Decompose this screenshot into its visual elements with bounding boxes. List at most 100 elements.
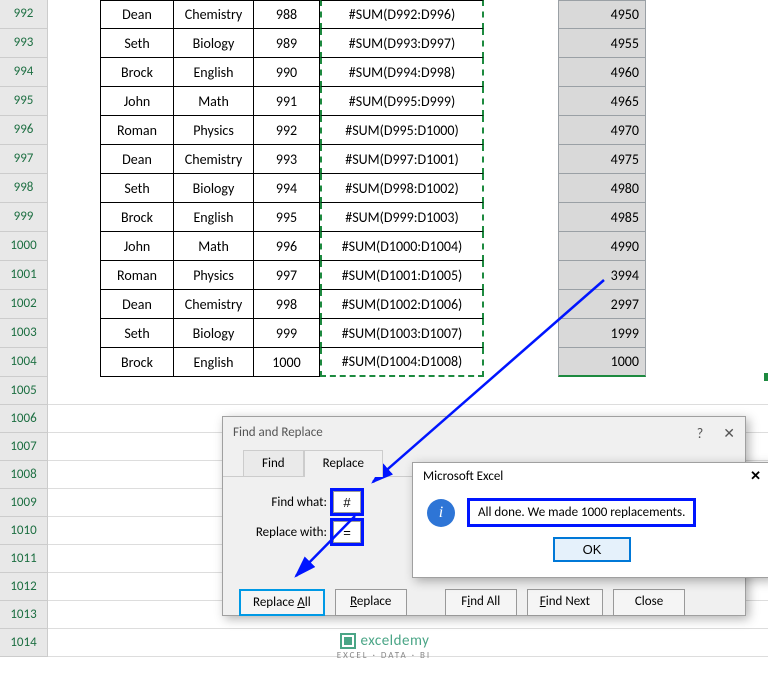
cell[interactable]: Chemistry xyxy=(174,145,254,174)
row-header[interactable]: 999 xyxy=(0,203,48,232)
row-header[interactable]: 1008 xyxy=(0,461,48,489)
row-header[interactable]: 994 xyxy=(0,58,48,87)
cell[interactable]: 992 xyxy=(254,116,320,145)
cell[interactable]: Roman xyxy=(100,116,174,145)
cell[interactable]: #SUM(D1004:D1008) xyxy=(320,348,484,377)
row-header[interactable]: 1012 xyxy=(0,573,48,601)
find-what-input[interactable] xyxy=(333,491,361,513)
cell[interactable]: #SUM(D998:D1002) xyxy=(320,174,484,203)
cell[interactable]: 4965 xyxy=(558,87,646,116)
cell[interactable]: 998 xyxy=(254,290,320,319)
cell[interactable]: 997 xyxy=(254,261,320,290)
cell[interactable]: #SUM(D995:D999) xyxy=(320,87,484,116)
close-icon[interactable]: ✕ xyxy=(723,425,735,442)
tab-find[interactable]: Find xyxy=(243,450,304,477)
cell[interactable]: Dean xyxy=(100,145,174,174)
tab-replace[interactable]: Replace xyxy=(304,450,383,477)
cell[interactable]: 993 xyxy=(254,145,320,174)
close-icon[interactable]: ✕ xyxy=(750,469,761,484)
cell[interactable]: #SUM(D1001:D1005) xyxy=(320,261,484,290)
cell[interactable]: Brock xyxy=(100,348,174,377)
cell[interactable]: 4950 xyxy=(558,0,646,29)
row-header[interactable]: 1009 xyxy=(0,489,48,517)
replace-all-button[interactable]: Replace All xyxy=(239,589,325,616)
cell[interactable]: 999 xyxy=(254,319,320,348)
cell[interactable]: #SUM(D995:D1000) xyxy=(320,116,484,145)
cell[interactable]: #SUM(D1000:D1004) xyxy=(320,232,484,261)
cell[interactable]: 1999 xyxy=(558,319,646,348)
find-next-button[interactable]: Find Next xyxy=(527,589,603,616)
cell[interactable]: Seth xyxy=(100,319,174,348)
cell[interactable]: Brock xyxy=(100,58,174,87)
cell[interactable]: Roman xyxy=(100,261,174,290)
row-header[interactable]: 1007 xyxy=(0,433,48,461)
cell[interactable]: John xyxy=(100,232,174,261)
cell[interactable]: #SUM(D993:D997) xyxy=(320,29,484,58)
replace-button[interactable]: Replace xyxy=(335,589,407,616)
cell[interactable]: Math xyxy=(174,87,254,116)
cell[interactable]: Biology xyxy=(174,29,254,58)
row-header[interactable]: 995 xyxy=(0,87,48,116)
cell[interactable]: Math xyxy=(174,232,254,261)
cell[interactable]: Chemistry xyxy=(174,0,254,29)
row-header[interactable]: 1010 xyxy=(0,517,48,545)
cell[interactable]: 996 xyxy=(254,232,320,261)
cell[interactable]: Biology xyxy=(174,174,254,203)
help-icon[interactable]: ? xyxy=(697,425,704,442)
cell[interactable]: Seth xyxy=(100,29,174,58)
cell[interactable]: Dean xyxy=(100,290,174,319)
row-header[interactable]: 998 xyxy=(0,174,48,203)
cell[interactable]: 4980 xyxy=(558,174,646,203)
cell[interactable]: 989 xyxy=(254,29,320,58)
cell[interactable]: 994 xyxy=(254,174,320,203)
cell[interactable]: Biology xyxy=(174,319,254,348)
cell[interactable]: #SUM(D997:D1001) xyxy=(320,145,484,174)
cell[interactable]: #SUM(D1003:D1007) xyxy=(320,319,484,348)
row-header[interactable]: 1005 xyxy=(0,377,48,405)
cell[interactable]: #SUM(D999:D1003) xyxy=(320,203,484,232)
cell[interactable]: John xyxy=(100,87,174,116)
cell[interactable]: Dean xyxy=(100,0,174,29)
cell[interactable]: 991 xyxy=(254,87,320,116)
cell[interactable]: Physics xyxy=(174,116,254,145)
row-header[interactable]: 1004 xyxy=(0,348,48,377)
cell[interactable]: 995 xyxy=(254,203,320,232)
row-header[interactable]: 996 xyxy=(0,116,48,145)
row-header[interactable]: 1006 xyxy=(0,405,48,433)
cell[interactable]: 3994 xyxy=(558,261,646,290)
cell[interactable]: Brock xyxy=(100,203,174,232)
row-header[interactable]: 992 xyxy=(0,0,48,29)
row-header[interactable]: 993 xyxy=(0,29,48,58)
row-header[interactable]: 1001 xyxy=(0,261,48,290)
cell[interactable]: 1000 xyxy=(254,348,320,377)
cell[interactable]: 990 xyxy=(254,58,320,87)
row-header[interactable]: 1013 xyxy=(0,601,48,629)
cell[interactable]: Physics xyxy=(174,261,254,290)
replace-with-input[interactable] xyxy=(333,521,361,543)
cell[interactable]: 988 xyxy=(254,0,320,29)
row-header[interactable]: 1002 xyxy=(0,290,48,319)
cell[interactable]: 4955 xyxy=(558,29,646,58)
close-button[interactable]: Close xyxy=(613,589,685,616)
cell[interactable]: 4970 xyxy=(558,116,646,145)
cell[interactable]: 1000 xyxy=(558,348,646,377)
cell[interactable]: Chemistry xyxy=(174,290,254,319)
cell[interactable]: English xyxy=(174,203,254,232)
cell[interactable]: 4975 xyxy=(558,145,646,174)
cell[interactable]: 4960 xyxy=(558,58,646,87)
cell[interactable]: 2997 xyxy=(558,290,646,319)
cell[interactable]: English xyxy=(174,348,254,377)
row-header[interactable]: 1000 xyxy=(0,232,48,261)
cell[interactable]: Seth xyxy=(100,174,174,203)
cell[interactable]: #SUM(D1002:D1006) xyxy=(320,290,484,319)
cell[interactable]: #SUM(D992:D996) xyxy=(320,0,484,29)
cell[interactable]: #SUM(D994:D998) xyxy=(320,58,484,87)
cell[interactable]: English xyxy=(174,58,254,87)
cell[interactable]: 4985 xyxy=(558,203,646,232)
cell[interactable]: 4990 xyxy=(558,232,646,261)
row-header[interactable]: 997 xyxy=(0,145,48,174)
row-header[interactable]: 1011 xyxy=(0,545,48,573)
row-header[interactable]: 1003 xyxy=(0,319,48,348)
ok-button[interactable]: OK xyxy=(553,537,632,562)
find-all-button[interactable]: Find All xyxy=(445,589,517,616)
